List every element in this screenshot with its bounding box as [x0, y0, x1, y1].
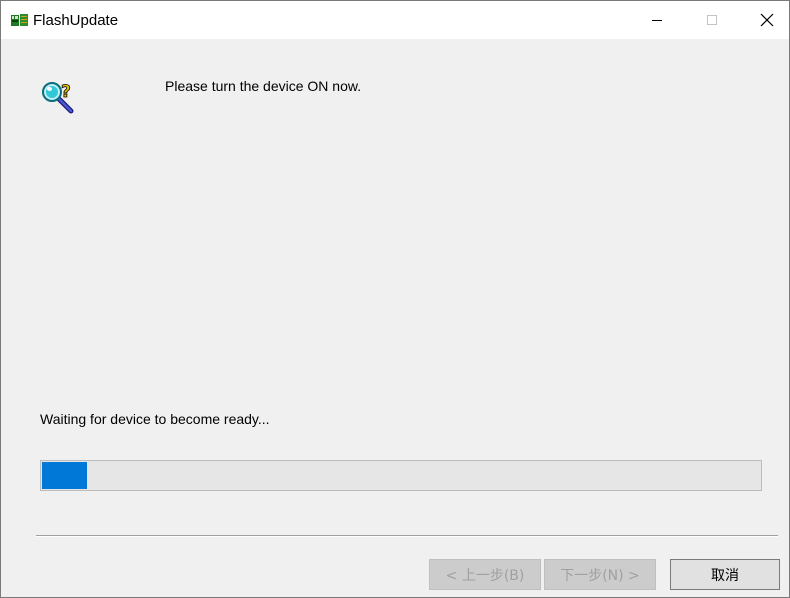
app-icon — [11, 14, 28, 26]
search-help-icon: ? — [42, 82, 74, 114]
flashupdate-window: FlashUpdate ? Please turn the device ON … — [0, 0, 790, 598]
instruction-text: Please turn the device ON now. — [165, 78, 362, 94]
status-text: Waiting for device to become ready... — [40, 411, 270, 427]
svg-text:?: ? — [61, 82, 71, 102]
minimize-icon — [652, 20, 662, 21]
window-title: FlashUpdate — [33, 12, 119, 29]
back-button[interactable]: < 上一步(B) — [429, 559, 541, 590]
minimize-button[interactable] — [634, 1, 680, 39]
maximize-icon — [707, 15, 717, 25]
wizard-content: ? Please turn the device ON now. Waiting… — [1, 39, 789, 597]
close-button[interactable] — [744, 1, 789, 39]
maximize-button[interactable] — [689, 1, 735, 39]
close-icon — [760, 13, 774, 27]
title-bar[interactable]: FlashUpdate — [1, 1, 789, 39]
next-button[interactable]: 下一步(N) > — [544, 559, 656, 590]
progress-bar — [40, 460, 762, 491]
progress-fill — [42, 462, 87, 489]
cancel-button[interactable]: 取消 — [670, 559, 780, 590]
divider — [36, 535, 778, 537]
